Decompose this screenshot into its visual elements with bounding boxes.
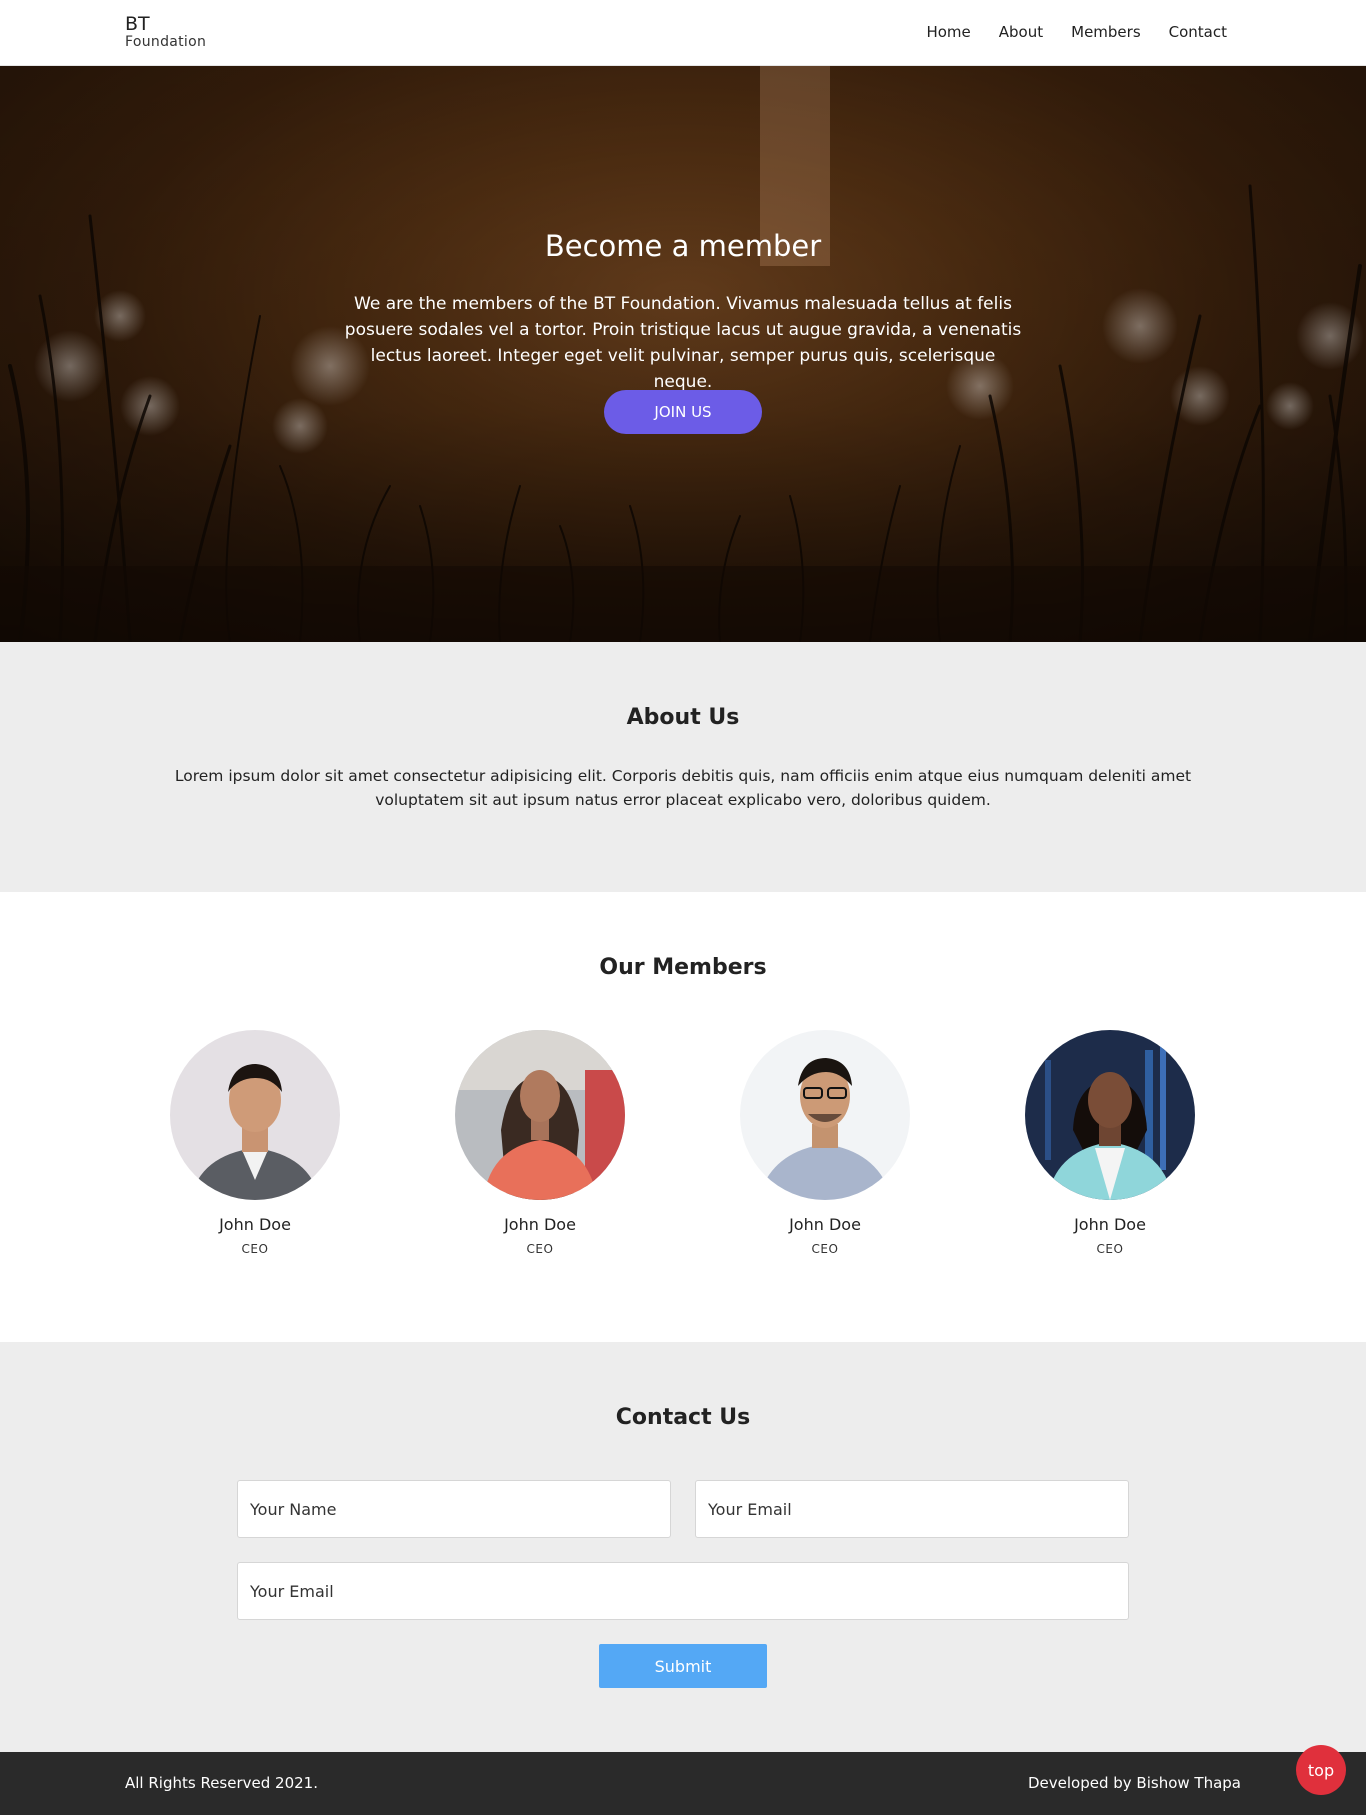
contact-section: Contact Us Submit xyxy=(0,1342,1366,1752)
member-card: John Doe CEO xyxy=(725,1030,925,1256)
about-title: About Us xyxy=(626,705,740,730)
hero-description: We are the members of the BT Foundation.… xyxy=(344,294,1022,392)
about-section: About Us Lorem ipsum dolor sit amet cons… xyxy=(0,642,1366,892)
member-card: John Doe CEO xyxy=(1010,1030,1210,1256)
nav-about[interactable]: About xyxy=(999,23,1043,41)
message-input[interactable] xyxy=(237,1562,1129,1620)
developer-credit: Developed by Bishow Thapa xyxy=(1027,1774,1241,1792)
contact-title: Contact Us xyxy=(615,1405,751,1430)
brand-line1: BT xyxy=(125,13,150,35)
member-card: John Doe CEO xyxy=(440,1030,640,1256)
members-section: Our Members John Doe CEO John Doe CEO Jo… xyxy=(0,892,1366,1342)
member-photo xyxy=(455,1030,625,1200)
nav-links: Home About Members Contact xyxy=(926,23,1227,41)
nav-contact[interactable]: Contact xyxy=(1169,23,1227,41)
about-text: Lorem ipsum dolor sit amet consectetur a… xyxy=(174,767,1192,809)
member-role: CEO xyxy=(1096,1242,1124,1256)
footer: All Rights Reserved 2021. Developed by B… xyxy=(0,1752,1366,1815)
brand-logo[interactable]: BT Foundation xyxy=(125,13,207,50)
join-us-button[interactable]: JOIN US xyxy=(604,390,762,434)
member-photo xyxy=(1025,1030,1195,1200)
name-input[interactable] xyxy=(237,1480,671,1538)
member-name: John Doe xyxy=(219,1215,291,1234)
member-card: John Doe CEO xyxy=(155,1030,355,1256)
member-name: John Doe xyxy=(789,1215,861,1234)
navbar: BT Foundation Home About Members Contact xyxy=(0,0,1366,66)
members-title: Our Members xyxy=(599,955,767,980)
member-role: CEO xyxy=(811,1242,839,1256)
hero-section: Become a member We are the members of th… xyxy=(0,66,1366,642)
email-input[interactable] xyxy=(695,1480,1129,1538)
copyright-text: All Rights Reserved 2021. xyxy=(125,1774,318,1792)
hero-title: Become a member xyxy=(544,229,822,263)
member-role: CEO xyxy=(526,1242,554,1256)
nav-members[interactable]: Members xyxy=(1071,23,1141,41)
back-to-top-button[interactable]: top xyxy=(1296,1745,1346,1795)
brand-line2: Foundation xyxy=(125,34,207,50)
member-name: John Doe xyxy=(504,1215,576,1234)
nav-home[interactable]: Home xyxy=(926,23,970,41)
member-photo xyxy=(740,1030,910,1200)
member-role: CEO xyxy=(241,1242,269,1256)
member-name: John Doe xyxy=(1074,1215,1146,1234)
submit-button[interactable]: Submit xyxy=(599,1644,767,1688)
member-photo xyxy=(170,1030,340,1200)
